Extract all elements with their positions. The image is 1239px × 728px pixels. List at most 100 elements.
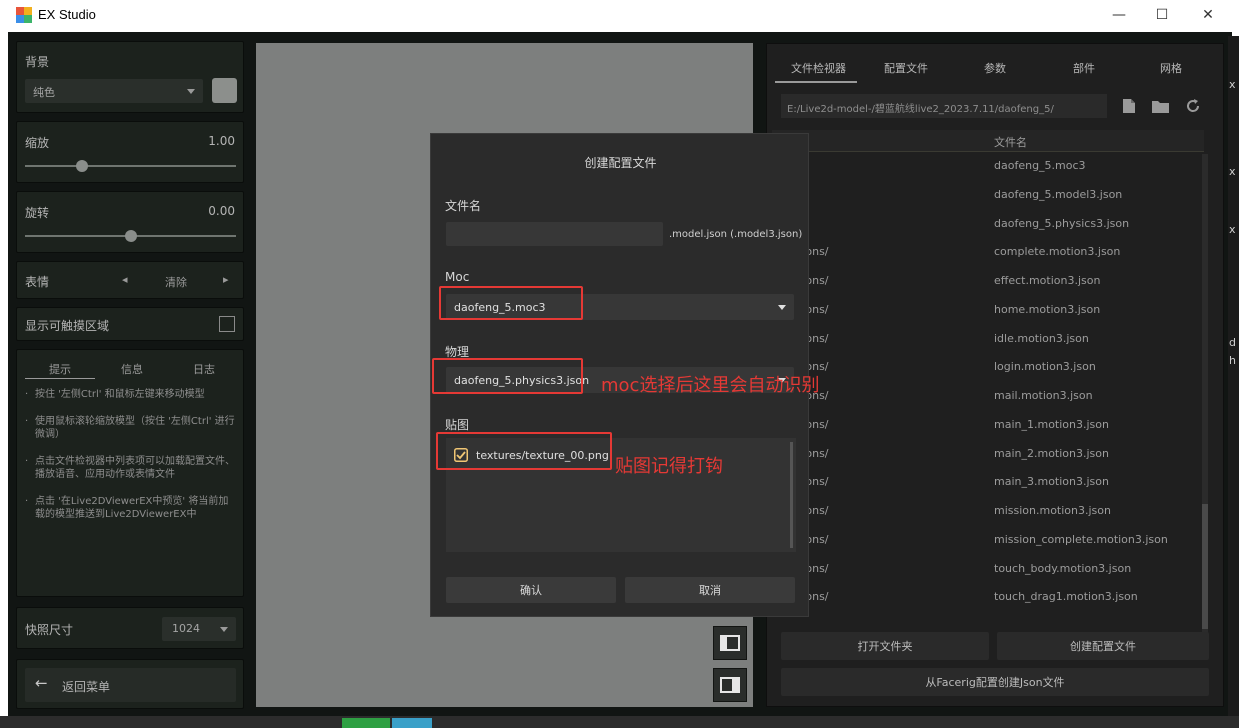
strip-glyph-d: d xyxy=(1229,336,1236,349)
texture-label: 贴图 xyxy=(445,418,470,432)
strip-glyph-x: x xyxy=(1229,165,1236,178)
chevron-down-icon xyxy=(220,627,228,632)
file-list-row[interactable]: tions/idle.motion3.json xyxy=(772,327,1204,351)
background-color-swatch[interactable] xyxy=(212,78,237,103)
close-button[interactable]: ✕ xyxy=(1185,0,1231,30)
file-name-cell: daofeng_5.physics3.json xyxy=(994,216,1130,230)
strip-glyph-x: x xyxy=(1229,78,1236,91)
tab-parameters[interactable]: 参数 xyxy=(984,60,1006,76)
background-label: 背景 xyxy=(25,55,50,69)
file-list-row[interactable]: tions/mission_complete.motion3.json xyxy=(772,528,1204,552)
scale-slider-track[interactable] xyxy=(25,165,236,167)
tab-tips[interactable]: 提示 xyxy=(49,361,71,377)
taskbar-item[interactable] xyxy=(392,718,432,728)
tab-log[interactable]: 日志 xyxy=(193,361,215,377)
file-list-row[interactable]: tions/effect.motion3.json xyxy=(772,269,1204,293)
rotation-slider-handle[interactable] xyxy=(124,230,137,242)
refresh-icon[interactable] xyxy=(1185,98,1201,114)
annotation-box-physics xyxy=(432,358,583,394)
tip-item: · 点击文件检视器中列表项可以加载配置文件、播放语音、应用动作或表情文件 xyxy=(25,456,235,480)
touch-area-checkbox[interactable] xyxy=(219,316,235,332)
texture-list-scrollbar[interactable] xyxy=(790,442,793,548)
arrow-left-icon: ← xyxy=(35,674,48,692)
filename-suffix: .model.json (.model3.json) xyxy=(669,229,803,240)
tab-info[interactable]: 信息 xyxy=(121,361,143,377)
path-value: E:/Live2d-model-/碧蓝航线live2_2023.7.11/dao… xyxy=(787,104,1054,115)
file-list-row[interactable]: daofeng_5.physics3.json xyxy=(772,212,1204,236)
file-inspector-panel: 文件检视器 配置文件 参数 部件 网格 E:/Live2d-model-/碧蓝航… xyxy=(766,43,1224,707)
snapshot-size-value: 1024 xyxy=(172,622,200,635)
file-name-cell: daofeng_5.model3.json xyxy=(994,187,1123,201)
tab-file-inspector[interactable]: 文件检视器 xyxy=(791,60,846,76)
rotation-value: 0.00 xyxy=(208,204,235,218)
file-list-row[interactable]: tions/main_3.motion3.json xyxy=(772,470,1204,494)
create-config-dialog: 创建配置文件 文件名 .model.json (.model3.json) Mo… xyxy=(430,133,819,617)
file-name-cell: mail.motion3.json xyxy=(994,389,1093,402)
file-list-row[interactable]: daofeng_5.model3.json xyxy=(772,183,1204,207)
file-list-row[interactable]: tions/touch_body.motion3.json xyxy=(772,557,1204,581)
taskbar-item[interactable] xyxy=(342,718,390,728)
panel-left-icon xyxy=(720,635,740,651)
bullet-dot-icon: · xyxy=(25,456,29,467)
snapshot-panel: 快照尺寸 1024 xyxy=(16,607,244,649)
file-name-cell: mission.motion3.json xyxy=(994,504,1111,517)
annotation-box-moc xyxy=(439,286,583,320)
folder-icon[interactable] xyxy=(1152,99,1169,113)
tab-parts[interactable]: 部件 xyxy=(1073,60,1095,76)
file-name-cell: home.motion3.json xyxy=(994,302,1101,316)
snapshot-label: 快照尺寸 xyxy=(25,623,74,637)
path-input[interactable]: E:/Live2d-model-/碧蓝航线live2_2023.7.11/dao… xyxy=(781,94,1107,118)
filename-input[interactable] xyxy=(446,222,663,246)
file-name-cell: touch_drag1.motion3.json xyxy=(994,590,1138,604)
file-name-cell: touch_body.motion3.json xyxy=(994,561,1132,575)
file-list-row[interactable]: tions/home.motion3.json xyxy=(772,298,1204,322)
snapshot-size-select[interactable]: 1024 xyxy=(162,617,236,641)
expression-prev-button[interactable]: ◂ xyxy=(122,273,128,286)
background-select-value: 纯色 xyxy=(33,86,55,99)
background-select[interactable]: 纯色 xyxy=(25,79,203,103)
file-name-cell: complete.motion3.json xyxy=(994,245,1121,259)
minimize-button[interactable]: — xyxy=(1096,0,1142,30)
file-list-row[interactable]: tions/touch_drag1.motion3.json xyxy=(772,585,1204,609)
file-list-row[interactable]: daofeng_5.moc3 xyxy=(772,154,1204,178)
file-list-row[interactable]: tions/main_1.motion3.json xyxy=(772,413,1204,437)
tab-active-indicator xyxy=(775,81,857,83)
file-list-scrollbar[interactable] xyxy=(1202,154,1208,634)
confirm-button[interactable]: 确认 xyxy=(446,577,616,603)
touch-area-panel: 显示可触摸区域 xyxy=(16,307,244,341)
expression-clear-button[interactable]: 清除 xyxy=(165,274,187,290)
chevron-down-icon xyxy=(778,305,786,310)
info-panel: 提示 信息 日志 · 按住 '左侧Ctrl' 和鼠标左键来移动模型 · 使用鼠标滚轮… xyxy=(16,349,244,597)
bullet-dot-icon: · xyxy=(25,416,29,427)
tip-item: · 按住 '左侧Ctrl' 和鼠标左键来移动模型 xyxy=(25,389,205,400)
file-list-row[interactable]: tions/mission.motion3.json xyxy=(772,499,1204,523)
file-name-cell: daofeng_5.moc3 xyxy=(994,159,1086,172)
maximize-button[interactable]: ☐ xyxy=(1139,0,1185,30)
dialog-title: 创建配置文件 xyxy=(584,156,657,170)
cancel-button[interactable]: 取消 xyxy=(625,577,795,603)
new-file-icon[interactable] xyxy=(1122,98,1136,114)
tab-config-file[interactable]: 配置文件 xyxy=(884,60,928,76)
tip-item: · 点击 '在Live2DViewerEX中预览' 将当前加载的模型推送到Live… xyxy=(25,496,229,520)
open-folder-button[interactable]: 打开文件夹 xyxy=(781,632,989,660)
title-bar: EX Studio — ☐ ✕ xyxy=(0,0,1239,30)
tab-mesh[interactable]: 网格 xyxy=(1160,60,1182,76)
expression-next-button[interactable]: ▸ xyxy=(223,273,229,286)
scrollbar-thumb[interactable] xyxy=(1202,504,1208,629)
background-window-strip: x x x d h xyxy=(1228,36,1239,728)
scale-slider-handle[interactable] xyxy=(75,160,88,172)
file-list-row[interactable]: tions/mail.motion3.json xyxy=(772,384,1204,408)
layout-toggle-button[interactable] xyxy=(713,626,747,660)
layout-toggle-button-2[interactable] xyxy=(713,668,747,702)
tab-active-indicator xyxy=(25,378,95,379)
panel-right-icon xyxy=(720,677,740,693)
file-list-row[interactable]: tions/complete.motion3.json xyxy=(772,240,1204,264)
strip-glyph-h: h xyxy=(1229,354,1236,367)
create-json-from-facerig-button[interactable]: 从Facerig配置创建Json文件 xyxy=(781,668,1209,696)
file-list-row[interactable]: tions/login.motion3.json xyxy=(772,355,1204,379)
create-config-button[interactable]: 创建配置文件 xyxy=(997,632,1209,660)
expression-label: 表情 xyxy=(25,275,50,289)
back-to-menu-button[interactable]: ← 返回菜单 xyxy=(25,668,236,702)
column-header-filename: 文件名 xyxy=(994,136,1027,149)
file-list-row[interactable]: tions/main_2.motion3.json xyxy=(772,442,1204,466)
